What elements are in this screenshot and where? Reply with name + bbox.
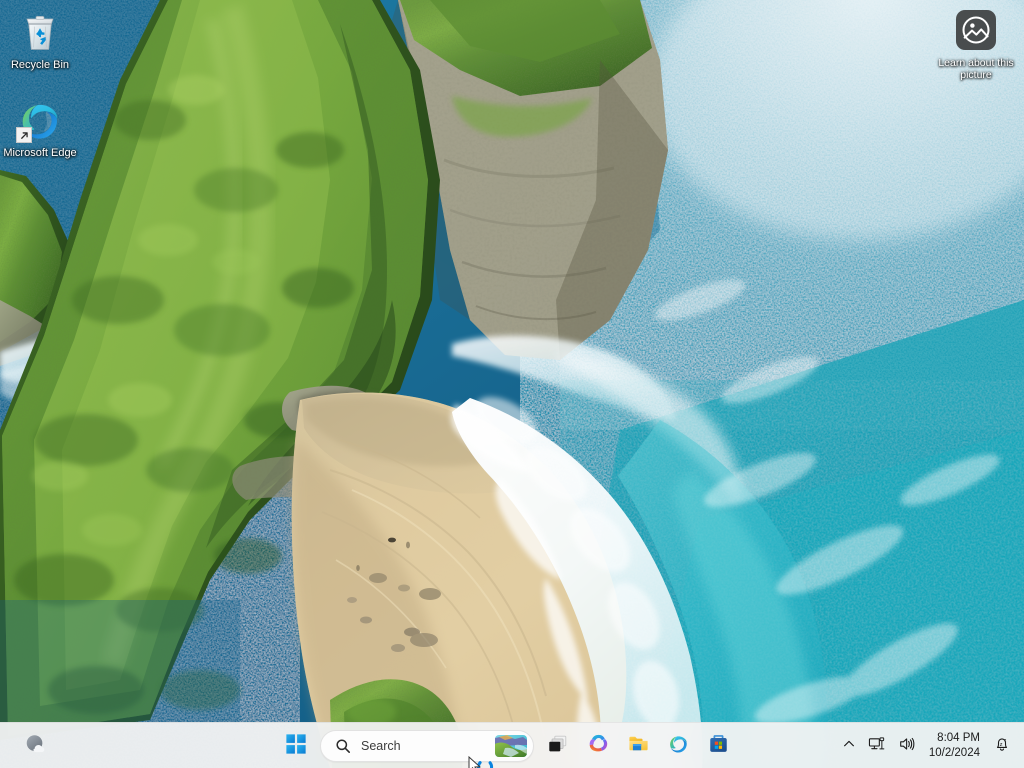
weather-cloud-icon	[22, 731, 48, 762]
search-wallpaper-thumbnail[interactable]	[495, 735, 527, 757]
clock-button[interactable]: 8:04 PM 10/2/2024	[923, 727, 986, 765]
search-box[interactable]: Search	[320, 730, 534, 762]
svg-text:z: z	[1004, 737, 1006, 742]
taskbar-microsoft-edge-button[interactable]	[658, 726, 698, 766]
speaker-icon	[898, 735, 916, 758]
clock-time: 8:04 PM	[937, 731, 980, 746]
shortcut-arrow-icon	[16, 127, 32, 143]
task-view-icon	[547, 733, 569, 760]
taskbar-center-region: Search	[276, 723, 738, 768]
clock-date: 10/2/2024	[929, 746, 980, 761]
taskbar[interactable]: Search	[0, 722, 1024, 768]
network-button[interactable]	[863, 728, 891, 764]
weather-widget-button[interactable]	[18, 729, 52, 763]
desktop-icon-microsoft-edge[interactable]: Microsoft Edge	[2, 96, 78, 160]
copilot-button[interactable]	[578, 726, 618, 766]
microsoft-store-button[interactable]	[698, 726, 738, 766]
windows-logo-icon	[285, 733, 307, 760]
desktop-icon-learn-about-this-picture[interactable]: Learn about this picture	[938, 6, 1014, 81]
desktop-icon-label: Recycle Bin	[2, 59, 78, 72]
task-view-button[interactable]	[538, 726, 578, 766]
microsoft-edge-icon	[667, 732, 690, 760]
file-explorer-icon	[627, 732, 650, 760]
desktop-wallpaper	[0, 0, 1024, 768]
notifications-button[interactable]: z z	[988, 728, 1016, 764]
picture-info-icon	[952, 6, 1000, 54]
search-icon	[335, 738, 351, 754]
start-button[interactable]	[276, 726, 316, 766]
desktop-icon-label: Learn about this picture	[938, 57, 1014, 81]
chevron-up-icon	[842, 737, 856, 756]
svg-text:z: z	[1000, 741, 1003, 747]
taskbar-left-region	[0, 723, 52, 768]
desktop-icon-label: Microsoft Edge	[2, 147, 78, 160]
system-tray: 8:04 PM 10/2/2024 z z	[837, 723, 1024, 768]
desktop[interactable]: Recycle Bin	[0, 0, 1024, 768]
microsoft-edge-icon	[16, 96, 64, 144]
bell-dnd-icon: z z	[993, 735, 1011, 758]
search-placeholder: Search	[361, 739, 495, 753]
desktop-icon-recycle-bin[interactable]: Recycle Bin	[2, 8, 78, 72]
file-explorer-button[interactable]	[618, 726, 658, 766]
copilot-icon	[587, 732, 610, 760]
recycle-bin-icon	[16, 8, 64, 56]
network-monitor-icon	[868, 735, 886, 758]
show-hidden-icons-button[interactable]	[837, 728, 861, 764]
volume-button[interactable]	[893, 728, 921, 764]
microsoft-store-icon	[707, 732, 730, 760]
